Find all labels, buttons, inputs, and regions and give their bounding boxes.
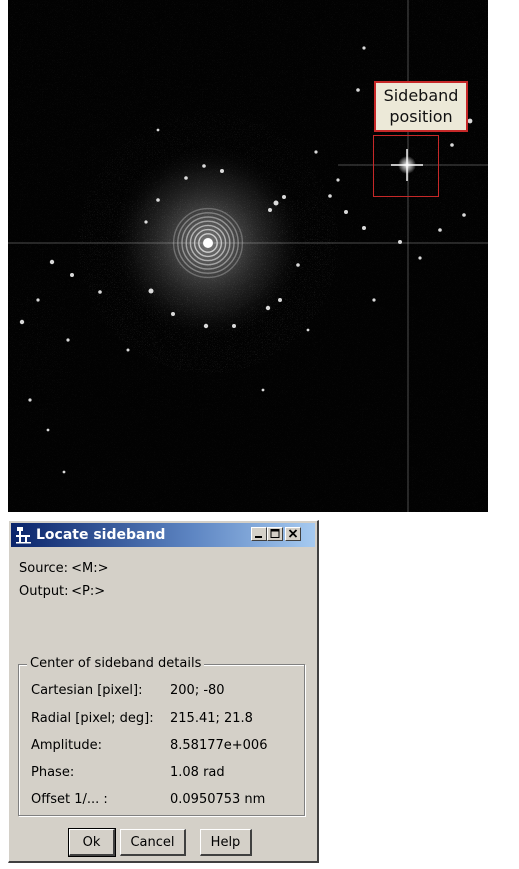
diffraction-spot (356, 88, 360, 92)
diffraction-spot (314, 150, 318, 154)
diffraction-spot (467, 118, 473, 124)
diffraction-spot (232, 324, 236, 328)
output-value: <P:> (71, 584, 106, 599)
diffraction-spot (70, 273, 74, 277)
detail-value: 1.08 rad (170, 765, 225, 780)
locate-sideband-dialog: Locate sideband Source: <M:> Output: <P:… (8, 520, 319, 863)
fft-image-canvas (8, 0, 488, 512)
detail-label: Phase: (31, 765, 75, 780)
sideband-label-line2: position (389, 107, 453, 126)
detail-label: Cartesian [pixel]: (31, 683, 143, 698)
diffraction-spot (306, 328, 310, 332)
diffraction-spot (49, 259, 55, 265)
diffraction-spot (296, 263, 300, 267)
sideband-label-line1: Sideband (383, 86, 459, 105)
diffraction-spot (62, 470, 66, 474)
diffraction-spot (220, 169, 224, 173)
help-button[interactable]: Help (200, 829, 252, 856)
source-value: <M:> (71, 561, 109, 576)
diffraction-spot (156, 198, 160, 202)
diffraction-spot (144, 220, 148, 224)
dialog-titlebar[interactable]: Locate sideband (11, 523, 315, 547)
diffraction-spot (66, 338, 70, 342)
tool-icon (16, 527, 31, 544)
fft-image (8, 0, 488, 512)
detail-value: 0.0950753 nm (170, 792, 266, 807)
diffraction-spot (273, 200, 279, 206)
minimize-button[interactable] (251, 527, 267, 541)
detail-label: Offset 1/... : (31, 792, 108, 807)
diffraction-spot (268, 208, 272, 212)
dialog-title: Locate sideband (36, 527, 166, 543)
diffraction-spot (202, 164, 206, 168)
output-label: Output: (19, 584, 69, 599)
close-icon (288, 529, 298, 538)
minimize-icon (255, 536, 262, 538)
diffraction-spot (265, 305, 271, 311)
diffraction-spot (372, 298, 376, 302)
diffraction-spot (418, 256, 422, 260)
diffraction-spot (261, 388, 265, 392)
diffraction-spot (362, 46, 366, 50)
page: Sideband position Locate sideband Source… (0, 0, 519, 869)
diffraction-spot (98, 290, 102, 294)
maximize-icon (270, 529, 280, 538)
diffraction-spot (184, 176, 188, 180)
diffraction-spot (156, 128, 160, 132)
diffraction-spot (462, 213, 466, 217)
detail-value: 215.41; 21.8 (170, 711, 253, 726)
diffraction-spot (438, 228, 442, 232)
sideband-position-box (373, 135, 439, 197)
diffraction-spot (28, 398, 32, 402)
diffraction-spot (46, 428, 50, 432)
diffraction-spot (328, 194, 332, 198)
detail-value: 200; -80 (170, 683, 225, 698)
diffraction-spot (362, 226, 366, 230)
group-title: Center of sideband details (27, 656, 205, 671)
ok-button[interactable]: Ok (68, 828, 116, 857)
output-line: Output: <P:> (19, 584, 105, 599)
detail-label: Amplitude: (31, 738, 102, 753)
diffraction-spot (450, 143, 454, 147)
source-label: Source: (19, 561, 69, 576)
diffraction-spot (171, 312, 175, 316)
diffraction-spot (203, 323, 209, 329)
sideband-position-label: Sideband position (374, 81, 468, 132)
diffraction-spot (336, 178, 340, 182)
diffraction-spot (19, 319, 25, 325)
source-line: Source: <M:> (19, 561, 109, 576)
diffraction-spot (36, 298, 40, 302)
detail-label: Radial [pixel; deg]: (31, 711, 154, 726)
close-button[interactable] (285, 527, 301, 541)
diffraction-spot (148, 288, 154, 294)
diffraction-spot (126, 348, 130, 352)
diffraction-spot (282, 195, 286, 199)
cancel-button[interactable]: Cancel (120, 829, 186, 856)
diffraction-spot (278, 298, 282, 302)
detail-value: 8.58177e+006 (170, 738, 268, 753)
maximize-button[interactable] (267, 527, 283, 541)
diffraction-spot (344, 210, 348, 214)
